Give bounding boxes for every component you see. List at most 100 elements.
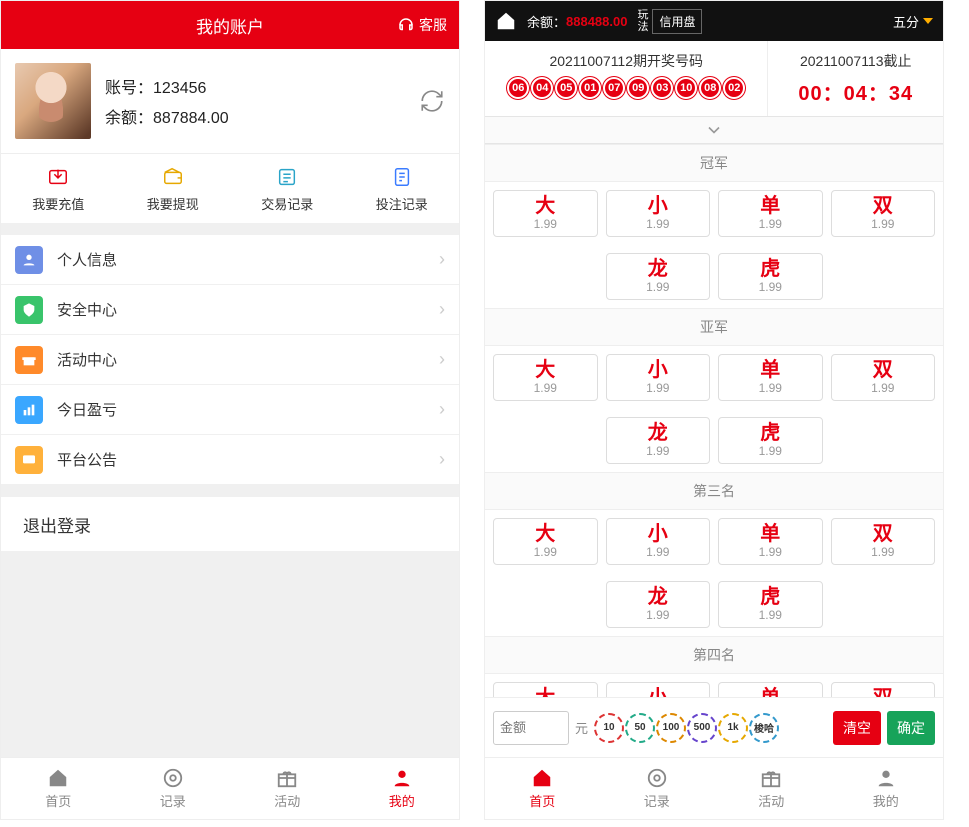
activity-icon — [276, 767, 298, 789]
bet-option-odds: 1.99 — [719, 444, 822, 458]
bet-option-label: 虎 — [719, 422, 822, 444]
bet-option-label: 单 — [719, 523, 822, 545]
message-icon — [15, 446, 43, 474]
tab-mine[interactable]: 我的 — [345, 758, 460, 819]
chip-50[interactable]: 50 — [625, 713, 655, 743]
bet-option-label: 双 — [832, 195, 935, 217]
group-title: 冠军 — [485, 144, 943, 182]
menu-activity[interactable]: 活动中心 › — [1, 335, 459, 385]
bet-option[interactable]: 大1.99 — [493, 190, 598, 237]
chevron-right-icon: › — [439, 299, 445, 320]
bet-option-label: 虎 — [719, 586, 822, 608]
tab-home[interactable]: 首页 — [485, 758, 600, 819]
amount-input[interactable] — [493, 711, 569, 745]
header-title: 我的账户 — [196, 13, 264, 38]
menu-item-label: 活动中心 — [57, 349, 425, 370]
bet-option[interactable]: 单1.99 — [718, 518, 823, 565]
customer-service-button[interactable]: 客服 — [397, 1, 447, 49]
chip-500[interactable]: 500 — [687, 713, 717, 743]
menu-today-profit[interactable]: 今日盈亏 › — [1, 385, 459, 435]
bet-option-label: 虎 — [719, 258, 822, 280]
quick-withdraw[interactable]: 我要提现 — [116, 154, 231, 223]
headset-icon — [397, 16, 415, 34]
bet-option[interactable]: 龙1.99 — [606, 253, 711, 300]
bet-options-area[interactable]: 冠军大1.99小1.99单1.99双1.99龙1.99虎1.99亚军大1.99小… — [485, 144, 943, 702]
logout-label: 退出登录 — [23, 512, 91, 537]
bet-option-odds: 1.99 — [607, 545, 710, 559]
expand-toggle[interactable] — [485, 116, 943, 144]
bet-option[interactable]: 龙1.99 — [606, 417, 711, 464]
bet-option[interactable]: 小1.99 — [606, 190, 711, 237]
menu-security[interactable]: 安全中心 › — [1, 285, 459, 335]
menu-announcement[interactable]: 平台公告 › — [1, 435, 459, 485]
lottery-ball: 02 — [723, 77, 745, 99]
bet-option[interactable]: 虎1.99 — [718, 253, 823, 300]
bet-option-label: 龙 — [607, 258, 710, 280]
quick-bet-records-label: 投注记录 — [376, 197, 428, 212]
bet-option-label: 大 — [494, 195, 597, 217]
bet-option-odds: 1.99 — [494, 217, 597, 231]
bet-option-odds: 1.99 — [832, 381, 935, 395]
menu-personal-info[interactable]: 个人信息 › — [1, 235, 459, 285]
bet-option-label: 大 — [494, 359, 597, 381]
chip-1k[interactable]: 1k — [718, 713, 748, 743]
account-header: 我的账户 客服 — [1, 1, 459, 49]
bet-option-odds: 1.99 — [607, 608, 710, 622]
bet-option-odds: 1.99 — [832, 545, 935, 559]
bet-option[interactable]: 虎1.99 — [718, 581, 823, 628]
amount-bar: 元 10501005001k梭哈 清空 确定 — [485, 697, 943, 757]
gift-icon — [15, 346, 43, 374]
confirm-button[interactable]: 确定 — [887, 711, 935, 745]
chip-100[interactable]: 100 — [656, 713, 686, 743]
records-icon — [162, 767, 184, 789]
profile-card: 账号：123456 余额：887884.00 — [1, 49, 459, 153]
bet-option[interactable]: 双1.99 — [831, 354, 936, 401]
person-icon — [15, 246, 43, 274]
quick-transactions[interactable]: 交易记录 — [230, 154, 345, 223]
logout-button[interactable]: 退出登录 — [1, 497, 459, 551]
quick-recharge[interactable]: 我要充值 — [1, 154, 116, 223]
tab-activity[interactable]: 活动 — [714, 758, 829, 819]
bet-option-label: 双 — [832, 523, 935, 545]
chip-10[interactable]: 10 — [594, 713, 624, 743]
bet-option[interactable]: 单1.99 — [718, 190, 823, 237]
bet-option-label: 龙 — [607, 422, 710, 444]
draw-balls: 06040501070903100802 — [493, 77, 759, 99]
yuan-label: 元 — [575, 718, 588, 737]
tab-activity[interactable]: 活动 — [230, 758, 345, 819]
home-icon[interactable] — [495, 10, 517, 32]
bet-option[interactable]: 单1.99 — [718, 354, 823, 401]
bet-option[interactable]: 大1.99 — [493, 354, 598, 401]
tab-records[interactable]: 记录 — [600, 758, 715, 819]
bet-option-odds: 1.99 — [719, 381, 822, 395]
recharge-icon — [45, 166, 71, 188]
tab-records[interactable]: 记录 — [116, 758, 231, 819]
quick-bet-records[interactable]: 投注记录 — [345, 154, 460, 223]
transactions-icon — [274, 166, 300, 188]
bet-option[interactable]: 双1.99 — [831, 518, 936, 565]
bet-option[interactable]: 龙1.99 — [606, 581, 711, 628]
bet-option[interactable]: 双1.99 — [831, 190, 936, 237]
tab-home[interactable]: 首页 — [1, 758, 116, 819]
bet-option[interactable]: 大1.99 — [493, 518, 598, 565]
bet-option[interactable]: 虎1.99 — [718, 417, 823, 464]
period-dropdown[interactable]: 五分 — [893, 12, 933, 31]
refresh-icon[interactable] — [419, 88, 445, 114]
clear-button[interactable]: 清空 — [833, 711, 881, 745]
bet-option-odds: 1.99 — [494, 545, 597, 559]
lottery-ball: 08 — [699, 77, 721, 99]
lottery-ball: 07 — [603, 77, 625, 99]
mode-select[interactable]: 信用盘 — [652, 9, 702, 34]
bet-option[interactable]: 小1.99 — [606, 518, 711, 565]
mode-label: 玩 法 — [637, 9, 648, 33]
tab-mine[interactable]: 我的 — [829, 758, 944, 819]
menu-list: 个人信息 › 安全中心 › 活动中心 › 今日盈亏 › 平台公告 › — [1, 235, 459, 485]
chip-梭哈[interactable]: 梭哈 — [749, 713, 779, 743]
tabbar: 首页 记录 活动 我的 — [1, 757, 459, 819]
shield-icon — [15, 296, 43, 324]
avatar[interactable] — [15, 63, 91, 139]
bet-option-odds: 1.99 — [719, 608, 822, 622]
bet-option[interactable]: 小1.99 — [606, 354, 711, 401]
game-header: 余额： 888488.00 玩 法 信用盘 五分 — [485, 1, 943, 41]
balance-label: 余额： — [527, 12, 566, 31]
